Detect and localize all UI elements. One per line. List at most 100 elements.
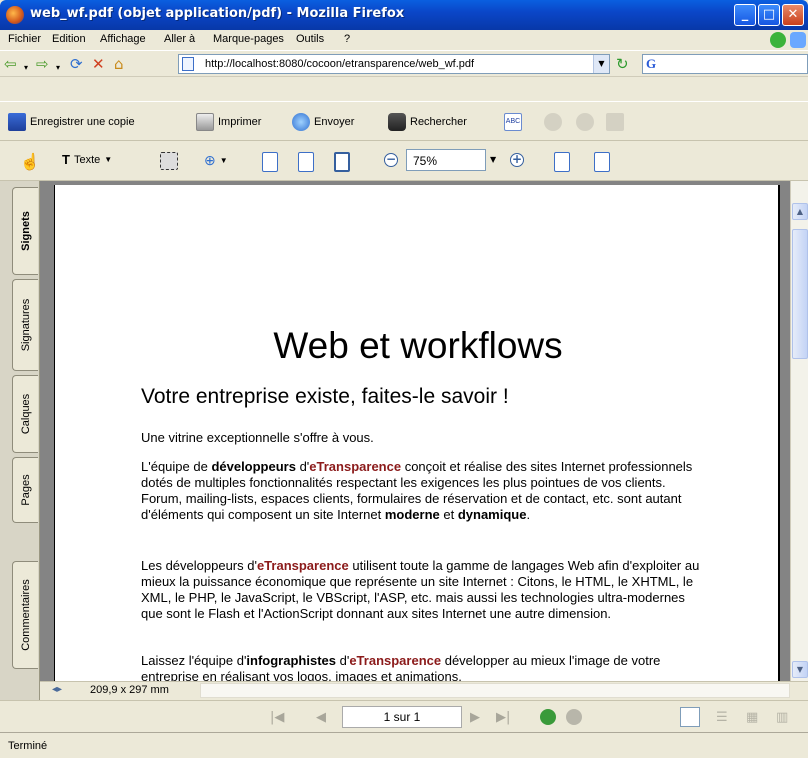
tab-signets[interactable]: Signets xyxy=(12,187,38,275)
fit-page-button[interactable] xyxy=(298,152,314,172)
reload-icon[interactable]: ⟳ xyxy=(70,56,83,72)
go-green-icon xyxy=(770,32,786,48)
minimize-button[interactable]: _ xyxy=(734,4,756,26)
back-icon[interactable]: ⇦ xyxy=(4,56,17,72)
forward-dropdown-icon[interactable]: ▾ xyxy=(56,60,60,76)
menu-fichier[interactable]: Fichier xyxy=(8,33,41,45)
last-page-icon[interactable]: ▶| xyxy=(496,710,510,725)
go-forward-view-icon[interactable] xyxy=(566,709,582,725)
tab-signatures[interactable]: Signatures xyxy=(12,279,38,371)
continuous-icon[interactable]: ☰ xyxy=(716,710,728,725)
copy-button[interactable] xyxy=(606,113,624,131)
previous-page-icon[interactable]: ◀ xyxy=(316,710,326,725)
zoom-value-dropdown-icon[interactable]: ▼ xyxy=(490,155,496,164)
fit-page-icon xyxy=(298,152,314,172)
zoom-in-icon[interactable]: + xyxy=(510,153,524,167)
status-text: Terminé xyxy=(8,740,48,752)
menu-edition[interactable]: Edition xyxy=(52,33,86,45)
back-dropdown-icon[interactable]: ▾ xyxy=(24,60,28,76)
menu-affichage[interactable]: Affichage xyxy=(100,33,146,45)
search-button[interactable]: Rechercher xyxy=(388,113,467,131)
pdf-page: Web et workflows Votre entreprise existe… xyxy=(54,185,780,681)
tab-commentaires[interactable]: Commentaires xyxy=(12,561,38,669)
menu-bar: Fichier Edition Affichage Aller à Marque… xyxy=(0,30,808,50)
paragraph-4: Laissez l'équipe d'infographistes d'eTra… xyxy=(141,653,661,681)
undo-button[interactable] xyxy=(544,113,562,131)
close-button[interactable]: ✕ xyxy=(782,4,804,26)
next-page-icon[interactable]: ▶ xyxy=(470,710,480,725)
zoom-out-icon[interactable]: − xyxy=(384,153,398,167)
menu-marque-pages[interactable]: Marque-pages xyxy=(213,33,284,45)
print-button[interactable]: Imprimer xyxy=(196,113,261,131)
document-view[interactable]: Web et workflows Votre entreprise existe… xyxy=(40,181,790,681)
zoom-tool-button[interactable]: ⊕ ▼ xyxy=(204,152,228,169)
undo-icon xyxy=(544,113,562,131)
scroll-up-icon[interactable]: ▲ xyxy=(792,203,808,220)
save-copy-button[interactable]: Enregistrer une copie xyxy=(8,113,135,131)
snapshot-button[interactable] xyxy=(160,152,178,170)
tab-signets-label: Signets xyxy=(19,211,32,251)
maximize-button[interactable]: □ xyxy=(758,4,780,26)
hand-tool-button[interactable]: ☝ xyxy=(20,152,40,172)
pdf-view-toolbar: ☝ T Texte ▼ ⊕ ▼ − 75% ▼ + xyxy=(0,141,808,181)
tab-calques-label: Calques xyxy=(19,393,32,435)
spellcheck-button[interactable]: ABC xyxy=(504,113,522,131)
menu-outils[interactable]: Outils xyxy=(296,33,324,45)
send-label: Envoyer xyxy=(314,116,355,128)
zoom-field[interactable]: 75% xyxy=(406,149,486,171)
scroll-thumb[interactable] xyxy=(792,229,808,359)
home-icon[interactable]: ⌂ xyxy=(114,56,124,72)
stop-icon[interactable]: ✕ xyxy=(92,56,105,72)
binoculars-icon xyxy=(388,113,406,131)
vertical-scrollbar[interactable]: ▲ ▼ xyxy=(790,181,808,681)
text-tool-icon: T xyxy=(62,152,70,167)
firefox-window: web_wf.pdf (objet application/pdf) - Moz… xyxy=(0,0,808,758)
title-bar: web_wf.pdf (objet application/pdf) - Moz… xyxy=(0,0,808,30)
rotate-right-icon xyxy=(554,152,570,172)
toolbar-separator xyxy=(0,76,808,101)
menu-aller-a[interactable]: Aller à xyxy=(164,33,195,45)
throbber-icon xyxy=(790,32,806,48)
continuous-facing-icon[interactable]: ▥ xyxy=(776,710,788,725)
paragraph-3: Les développeurs d'eTransparence utilise… xyxy=(141,558,700,621)
search-label: Rechercher xyxy=(410,116,467,128)
status-bar: Terminé xyxy=(0,732,808,758)
paragraph-1: Une vitrine exceptionnelle s'offre à vou… xyxy=(141,430,374,445)
rotate-left-icon xyxy=(594,152,610,172)
tab-pages[interactable]: Pages xyxy=(12,457,38,523)
document-title: Web et workflows xyxy=(273,325,563,366)
tab-commentaires-label: Commentaires xyxy=(19,579,32,651)
page-number-field[interactable]: 1 sur 1 xyxy=(342,706,462,728)
page-navigation-bar: |◀ ◀ 1 sur 1 ▶ ▶| ☰ ▦ ▥ xyxy=(0,700,808,732)
tab-pages-label: Pages xyxy=(19,474,32,506)
window-title: web_wf.pdf (objet application/pdf) - Moz… xyxy=(30,6,405,21)
zoom-dropdown-icon[interactable]: ▼ xyxy=(220,156,228,165)
scroll-down-icon[interactable]: ▼ xyxy=(792,661,808,678)
resize-icon[interactable]: ◂▸ xyxy=(52,684,62,695)
send-button[interactable]: Envoyer xyxy=(292,113,354,131)
rotate-counterclockwise-button[interactable] xyxy=(594,152,610,172)
url-field[interactable]: http://localhost:8080/cocoon/etransparen… xyxy=(178,54,610,74)
horizontal-scrollbar[interactable] xyxy=(200,683,790,698)
single-page-icon[interactable] xyxy=(680,707,700,727)
go-icon[interactable]: ↻ xyxy=(616,55,629,73)
text-select-button[interactable]: T Texte ▼ xyxy=(62,152,112,167)
url-dropdown-icon[interactable]: ▼ xyxy=(593,55,609,73)
facing-icon[interactable]: ▦ xyxy=(746,710,758,725)
tab-calques[interactable]: Calques xyxy=(12,375,38,453)
redo-button[interactable] xyxy=(576,113,594,131)
text-tool-dropdown-icon[interactable]: ▼ xyxy=(104,155,112,164)
zoom-value: 75% xyxy=(413,154,438,168)
print-label: Imprimer xyxy=(218,116,262,128)
fit-width-icon xyxy=(334,152,350,172)
text-tool-label: Texte xyxy=(73,153,101,166)
go-back-view-icon[interactable] xyxy=(540,709,556,725)
menu-aide[interactable]: ? xyxy=(344,33,350,45)
actual-size-button[interactable] xyxy=(262,152,278,172)
forward-icon[interactable]: ⇨ xyxy=(36,56,49,72)
rotate-clockwise-button[interactable] xyxy=(554,152,570,172)
search-field[interactable]: G xyxy=(642,54,808,74)
google-icon[interactable]: G xyxy=(646,56,656,72)
first-page-icon[interactable]: |◀ xyxy=(270,710,284,725)
fit-width-button[interactable] xyxy=(334,152,350,172)
